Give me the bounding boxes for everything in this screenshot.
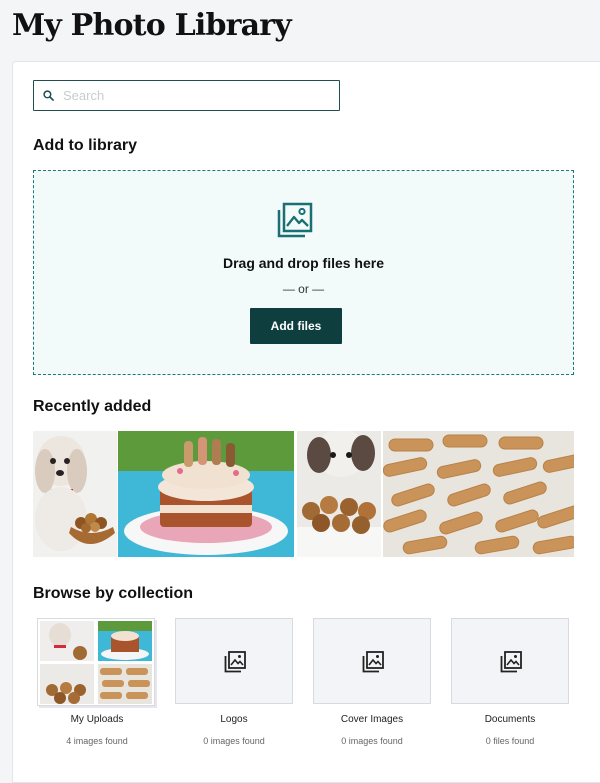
collection-count: 0 files found: [485, 736, 535, 746]
mosaic-thumb: [98, 664, 152, 704]
image-icon: [224, 651, 246, 673]
image-icon: [362, 651, 384, 673]
or-separator: — or —: [282, 282, 325, 296]
collection-my-uploads[interactable]: [37, 618, 155, 706]
collection-count: 0 images found: [203, 736, 265, 746]
page-title: My Photo Library: [12, 8, 292, 43]
collection-label: Logos: [220, 714, 248, 725]
search-box[interactable]: [33, 80, 340, 111]
search-icon: [43, 90, 54, 101]
image-icon: [500, 651, 522, 673]
mosaic-thumb: [40, 621, 94, 661]
add-to-library-heading: Add to library: [33, 137, 138, 154]
browse-by-collection-heading: Browse by collection: [33, 585, 194, 602]
collection-count: 4 images found: [66, 736, 128, 746]
dropzone[interactable]: Drag and drop files here — or — Add file…: [33, 170, 574, 375]
collection-cover-images[interactable]: [313, 618, 431, 704]
recently-added-heading: Recently added: [33, 398, 152, 415]
collection-documents[interactable]: [451, 618, 569, 704]
add-files-button[interactable]: Add files: [250, 308, 342, 344]
image-upload-icon: [277, 202, 313, 238]
search-input[interactable]: [61, 87, 325, 104]
mosaic-thumb: [98, 621, 152, 661]
dog-birthday-cake-photo[interactable]: [118, 431, 294, 557]
collection-label: Documents: [484, 714, 536, 725]
mosaic-thumb: [40, 664, 94, 704]
collection-label: My Uploads: [70, 714, 124, 725]
collection-logos[interactable]: [175, 618, 293, 704]
bone-biscuits-photo[interactable]: [383, 431, 574, 557]
puppy-with-muffins-photo[interactable]: [297, 431, 381, 557]
dog-with-treats-photo[interactable]: [33, 431, 117, 557]
collection-label: Cover Images: [340, 714, 404, 725]
drop-instructions: Drag and drop files here: [222, 255, 385, 271]
collection-count: 0 images found: [341, 736, 403, 746]
